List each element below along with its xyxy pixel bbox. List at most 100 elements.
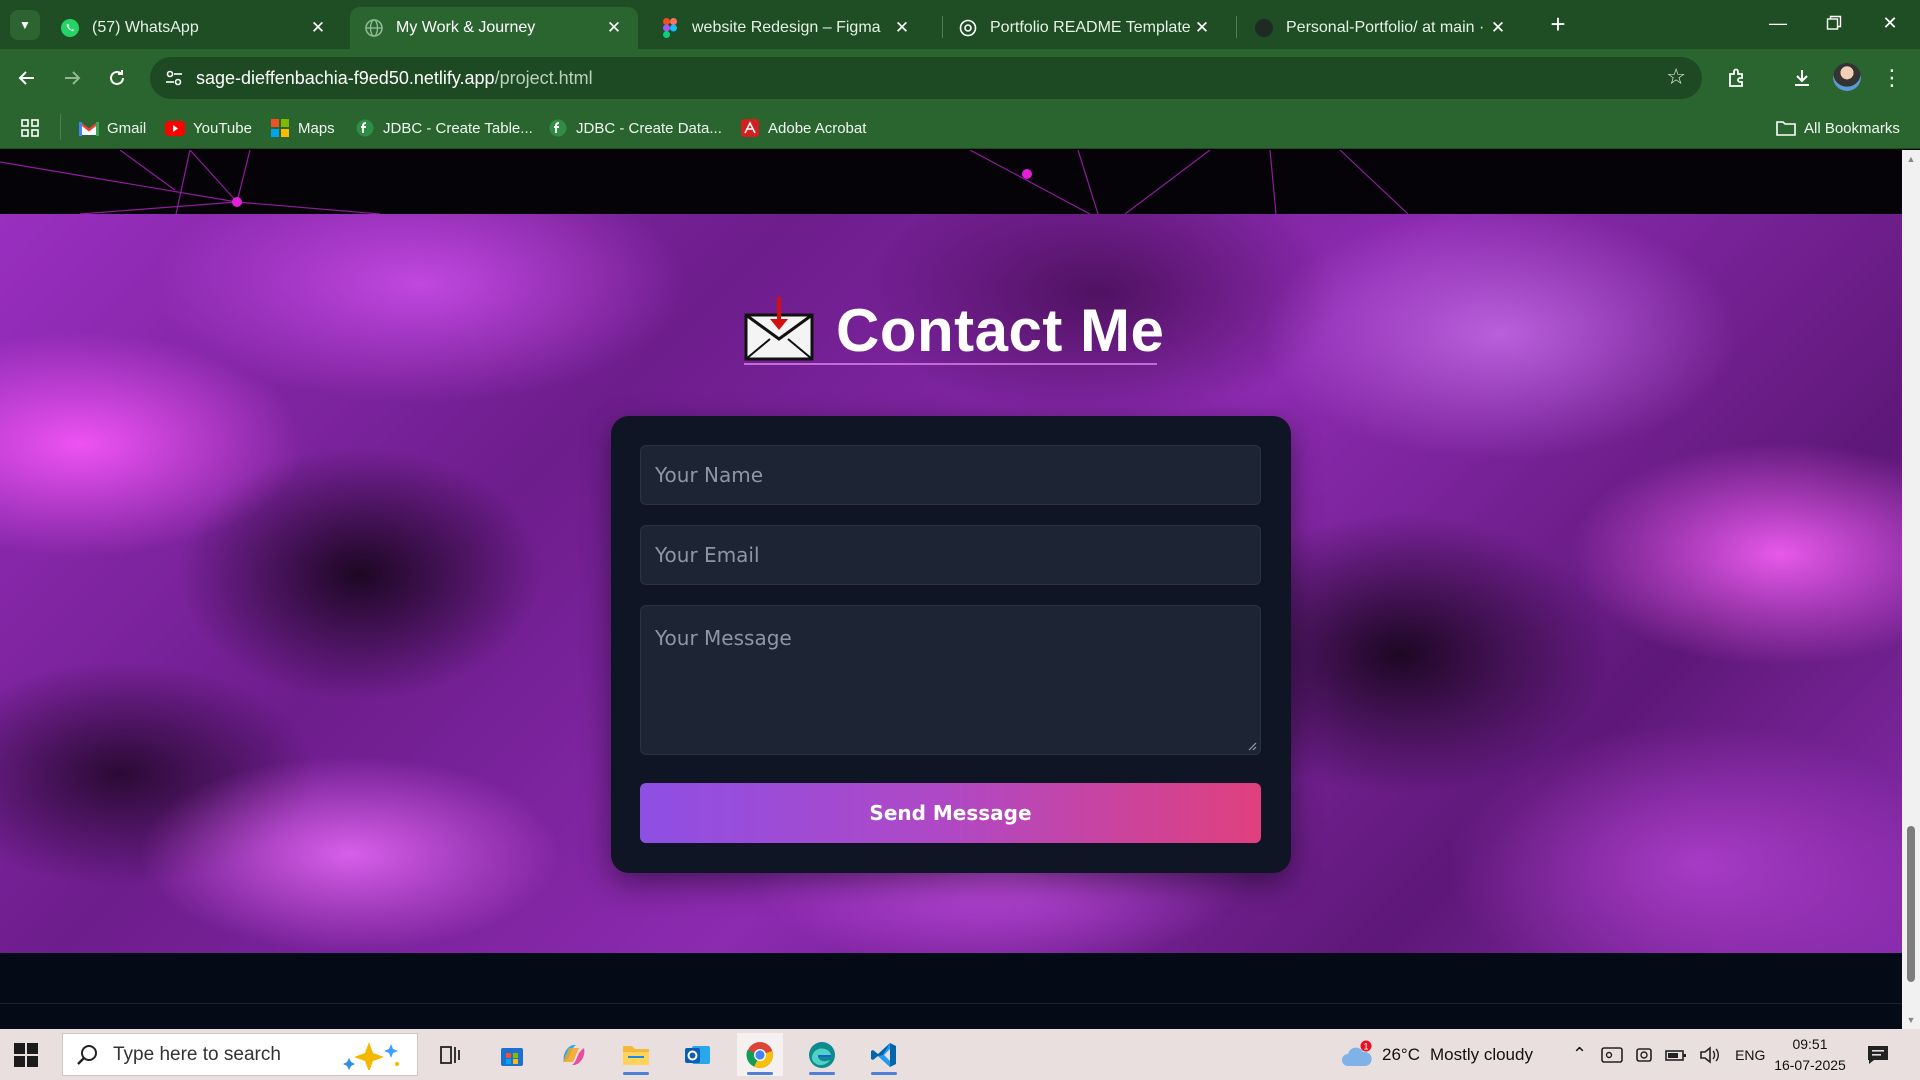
- restore-button[interactable]: [1806, 0, 1862, 46]
- windows-start-icon[interactable]: [14, 1043, 38, 1067]
- jdbc-icon: [548, 118, 568, 138]
- tab-figma[interactable]: website Redesign – Figma ✕: [646, 7, 926, 49]
- page-title: Contact Me: [836, 296, 1165, 364]
- name-field[interactable]: Your Name: [640, 445, 1261, 505]
- address-bar[interactable]: sage-dieffenbachia-f9ed50.netlify.app/pr…: [150, 57, 1702, 99]
- tab-my-work-journey[interactable]: My Work & Journey ✕: [350, 7, 638, 49]
- bookmarks-separator: [60, 114, 61, 140]
- footer-divider: [0, 1003, 1902, 1004]
- bookmark-jdbc-create-data[interactable]: JDBC - Create Data...: [548, 117, 722, 139]
- tab-search-button[interactable]: ▼: [10, 10, 40, 40]
- chevron-down-icon: ▼: [19, 18, 31, 32]
- search-icon: [77, 1044, 97, 1065]
- copilot-sparkle-icon: [343, 1042, 399, 1070]
- bookmark-label: JDBC - Create Data...: [576, 119, 722, 137]
- task-view-button[interactable]: [427, 1033, 473, 1076]
- email-placeholder: Your Email: [655, 543, 760, 567]
- taskbar-outlook[interactable]: [675, 1033, 721, 1076]
- apps-button[interactable]: [20, 117, 40, 139]
- clock-date: 16-07-2025: [1774, 1057, 1846, 1073]
- meet-now-icon[interactable]: [1601, 1046, 1623, 1064]
- taskbar-search-box[interactable]: Type here to search: [62, 1033, 418, 1076]
- close-icon[interactable]: ✕: [308, 18, 328, 38]
- contact-heading: Contact Me: [744, 294, 1164, 366]
- close-icon[interactable]: ✕: [604, 18, 624, 38]
- profile-avatar[interactable]: [1833, 63, 1861, 91]
- kebab-menu-icon: ⋮: [1881, 65, 1903, 90]
- windows-taskbar: Type here to search 1 26°C Mostly cloudy…: [0, 1029, 1920, 1080]
- all-bookmarks-button[interactable]: All Bookmarks: [1776, 117, 1900, 139]
- tab-title: website Redesign – Figma: [692, 19, 881, 36]
- page-viewport[interactable]: Contact Me Your Name Your Email Your Mes…: [0, 150, 1902, 1029]
- taskbar-copilot[interactable]: [551, 1033, 597, 1076]
- scroll-up-icon[interactable]: ▲: [1906, 154, 1916, 164]
- tab-strip: ▼ (57) WhatsApp ✕ My Work & Journey ✕ we…: [0, 0, 1920, 49]
- taskbar-vscode[interactable]: [861, 1033, 907, 1076]
- browser-toolbar: sage-dieffenbachia-f9ed50.netlify.app/pr…: [0, 49, 1920, 107]
- close-icon[interactable]: ✕: [1192, 18, 1212, 38]
- youtube-icon: [165, 118, 185, 138]
- restore-icon: [1826, 15, 1842, 30]
- tab-github-portfolio[interactable]: Personal-Portfolio/ at main · Ab ✕: [1240, 7, 1522, 49]
- extensions-button[interactable]: [1720, 61, 1754, 95]
- camera-icon[interactable]: [1635, 1046, 1653, 1064]
- email-field[interactable]: Your Email: [640, 525, 1261, 585]
- tab-title: Portfolio README Template: [990, 19, 1191, 36]
- site-info-icon[interactable]: [164, 68, 184, 88]
- close-icon[interactable]: ✕: [892, 18, 912, 38]
- notification-center-button[interactable]: [1866, 1029, 1890, 1080]
- bookmark-gmail[interactable]: Gmail: [79, 117, 146, 139]
- weather-condition: Mostly cloudy: [1429, 1044, 1533, 1064]
- bookmark-label: Maps: [298, 119, 335, 137]
- contact-form: Your Name Your Email Your Message Send M…: [611, 416, 1291, 873]
- weather-widget[interactable]: 1 26°C Mostly cloudy: [1340, 1029, 1533, 1080]
- volume-icon[interactable]: [1699, 1045, 1721, 1064]
- jdbc-icon: [355, 118, 375, 138]
- minimize-icon: —: [1769, 12, 1787, 33]
- page-scrollbar[interactable]: ▲ ▼: [1902, 150, 1920, 1029]
- language-indicator[interactable]: ENG: [1735, 1047, 1765, 1063]
- bookmark-star-icon[interactable]: ☆: [1666, 64, 1686, 90]
- bookmark-jdbc-create-table[interactable]: JDBC - Create Table...: [355, 117, 533, 139]
- tab-readme-template[interactable]: Portfolio README Template ✕: [944, 7, 1226, 49]
- tab-whatsapp[interactable]: (57) WhatsApp ✕: [46, 7, 342, 49]
- taskbar-chrome[interactable]: [737, 1033, 783, 1076]
- vscode-icon: [871, 1042, 896, 1067]
- acrobat-icon: [740, 118, 760, 138]
- folder-icon: [1776, 118, 1796, 138]
- bookmark-maps[interactable]: Maps: [270, 117, 335, 139]
- message-field[interactable]: Your Message: [640, 605, 1261, 755]
- tab-title: (57) WhatsApp: [92, 19, 199, 36]
- clock-time: 09:51: [1792, 1036, 1828, 1052]
- bookmark-label: Adobe Acrobat: [768, 119, 867, 137]
- close-window-button[interactable]: ✕: [1862, 0, 1918, 46]
- reload-button[interactable]: [100, 61, 134, 95]
- browser-menu-button[interactable]: ⋮: [1875, 61, 1909, 95]
- taskbar-edge[interactable]: [799, 1033, 845, 1076]
- scroll-down-icon[interactable]: ▼: [1906, 1015, 1916, 1025]
- new-tab-button[interactable]: +: [1544, 11, 1572, 40]
- resize-handle-icon[interactable]: [1247, 741, 1257, 751]
- bookmark-label: YouTube: [193, 119, 252, 137]
- taskbar-clock[interactable]: 09:51 16-07-2025: [1770, 1034, 1850, 1076]
- taskbar-file-explorer[interactable]: [613, 1033, 659, 1076]
- bookmark-label: Gmail: [107, 119, 147, 137]
- bookmark-label: JDBC - Create Table...: [383, 119, 533, 137]
- tab-separator: [1236, 16, 1237, 38]
- bookmark-youtube[interactable]: YouTube: [165, 117, 252, 139]
- forward-button[interactable]: [55, 61, 89, 95]
- close-icon[interactable]: ✕: [1488, 18, 1508, 38]
- send-message-button[interactable]: Send Message: [640, 783, 1261, 843]
- outlook-icon: [685, 1045, 710, 1064]
- bookmark-adobe-acrobat[interactable]: Adobe Acrobat: [740, 117, 866, 139]
- scrollbar-thumb[interactable]: [1907, 826, 1915, 982]
- downloads-button[interactable]: [1785, 61, 1819, 95]
- minimize-button[interactable]: —: [1750, 0, 1806, 46]
- taskbar-microsoft-store[interactable]: [489, 1033, 535, 1076]
- back-button[interactable]: [10, 61, 44, 95]
- chevron-up-icon[interactable]: ⌃: [1572, 1044, 1587, 1065]
- battery-icon[interactable]: [1665, 1047, 1687, 1063]
- network-lines: [0, 150, 1409, 215]
- system-tray: ⌃ ENG: [1572, 1029, 1765, 1080]
- arrow-right-icon: [65, 71, 81, 85]
